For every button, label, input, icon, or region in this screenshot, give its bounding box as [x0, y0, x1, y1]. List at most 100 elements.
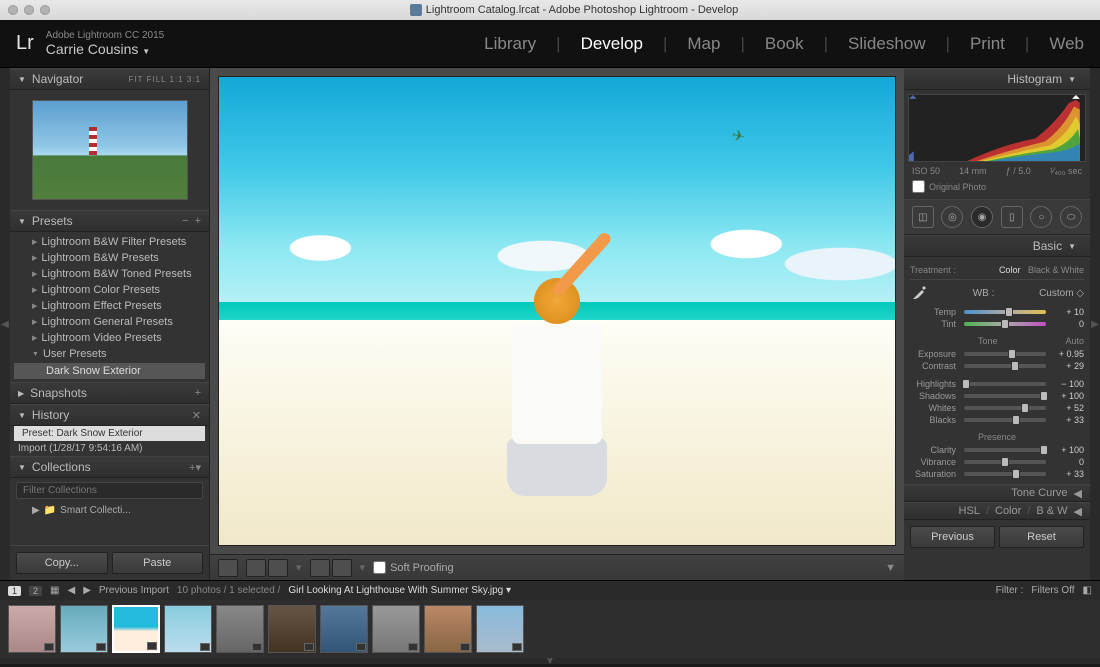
contrast-slider[interactable]: [964, 364, 1046, 368]
module-book[interactable]: Book: [765, 34, 804, 54]
spot-removal-tool-icon[interactable]: ◎: [941, 206, 963, 228]
nav-fwd-icon[interactable]: ▶: [83, 585, 91, 596]
filmstrip-thumb[interactable]: [8, 605, 56, 653]
eyedropper-icon[interactable]: [910, 284, 928, 302]
blacks-slider[interactable]: [964, 418, 1046, 422]
history-item[interactable]: Import (1/28/17 9:54:16 AM): [10, 441, 209, 456]
preset-folder[interactable]: ▶Lightroom Video Presets: [10, 330, 209, 346]
histogram-focal: 14 mm: [959, 166, 987, 176]
filmstrip-thumb[interactable]: [268, 605, 316, 653]
display-1-badge[interactable]: 1: [8, 586, 21, 596]
minimize-traffic-light[interactable]: [24, 5, 34, 15]
bottom-collapse-handle[interactable]: ▼: [0, 658, 1100, 664]
display-2-badge[interactable]: 2: [29, 586, 42, 596]
preset-folder[interactable]: ▶Lightroom B&W Toned Presets: [10, 266, 209, 282]
snapshots-plus-icon[interactable]: +: [195, 387, 201, 399]
graduated-filter-tool-icon[interactable]: ▯: [1001, 206, 1023, 228]
tone-curve-header[interactable]: Tone Curve◀: [904, 484, 1090, 502]
saturation-slider[interactable]: [964, 472, 1046, 476]
whites-slider[interactable]: [964, 406, 1046, 410]
preset-folder[interactable]: ▶Lightroom General Presets: [10, 314, 209, 330]
presets-header[interactable]: ▼Presets −+: [10, 210, 209, 232]
reset-button[interactable]: Reset: [999, 526, 1084, 548]
preset-folder[interactable]: ▶Lightroom B&W Presets: [10, 250, 209, 266]
basic-header[interactable]: Basic▼: [904, 235, 1090, 257]
close-traffic-light[interactable]: [8, 5, 18, 15]
soft-proofing-checkbox[interactable]: [373, 561, 386, 574]
shadows-slider[interactable]: [964, 394, 1046, 398]
preset-folder[interactable]: ▼User Presets: [10, 346, 209, 362]
filter-lock-icon[interactable]: ◧: [1083, 585, 1092, 596]
before-after-swap-button[interactable]: [310, 559, 330, 577]
image-preview[interactable]: ✈: [210, 68, 904, 554]
histogram-graph[interactable]: [908, 94, 1086, 162]
module-library[interactable]: Library: [484, 34, 536, 54]
user-dropdown-icon[interactable]: ▼: [142, 47, 150, 56]
navigator-preview[interactable]: [10, 90, 209, 210]
before-after-copy-button[interactable]: [332, 559, 352, 577]
treatment-color-button[interactable]: Color: [999, 265, 1021, 275]
nav-back-icon[interactable]: ◀: [67, 585, 75, 596]
collections-header[interactable]: ▼Collections +▾: [10, 456, 209, 478]
tone-auto-button[interactable]: Auto: [1065, 336, 1084, 346]
module-slideshow[interactable]: Slideshow: [848, 34, 926, 54]
presets-plus-icon[interactable]: +: [195, 215, 201, 227]
filmstrip-thumb[interactable]: [476, 605, 524, 653]
filmstrip-thumb[interactable]: [216, 605, 264, 653]
treatment-bw-button[interactable]: Black & White: [1028, 265, 1084, 275]
filmstrip-thumb[interactable]: [320, 605, 368, 653]
before-after-tb-button[interactable]: [268, 559, 288, 577]
preset-folder[interactable]: ▶Lightroom B&W Filter Presets: [10, 234, 209, 250]
original-photo-checkbox[interactable]: [912, 180, 925, 193]
user-name[interactable]: Carrie Cousins: [46, 41, 139, 57]
paste-button[interactable]: Paste: [112, 552, 204, 574]
module-print[interactable]: Print: [970, 34, 1005, 54]
wb-dropdown[interactable]: Custom ◇: [1039, 288, 1084, 299]
preset-folder[interactable]: ▶Lightroom Effect Presets: [10, 298, 209, 314]
preset-selected[interactable]: Dark Snow Exterior: [14, 363, 205, 379]
exposure-slider[interactable]: [964, 352, 1046, 356]
tint-slider[interactable]: [964, 322, 1046, 326]
hsl-header[interactable]: HSL/Color/B & W◀: [904, 502, 1090, 520]
redeye-tool-icon[interactable]: ◉: [971, 206, 993, 228]
navigator-header[interactable]: ▼Navigator FIT FILL 1:1 3:1: [10, 68, 209, 90]
copy-button[interactable]: Copy...: [16, 552, 108, 574]
snapshots-header[interactable]: ▶Snapshots +: [10, 382, 209, 404]
loupe-view-button[interactable]: [218, 559, 238, 577]
filmstrip-source[interactable]: Previous Import: [99, 585, 169, 596]
collections-plus-icon[interactable]: +▾: [189, 461, 201, 474]
vibrance-slider[interactable]: [964, 460, 1046, 464]
temp-slider[interactable]: [964, 310, 1046, 314]
history-item[interactable]: Preset: Dark Snow Exterior: [14, 426, 205, 441]
presets-minus-icon[interactable]: −: [182, 215, 188, 227]
filmstrip-thumb[interactable]: [164, 605, 212, 653]
radial-filter-tool-icon[interactable]: ○: [1030, 206, 1052, 228]
history-clear-icon[interactable]: ✕: [192, 409, 201, 422]
histogram-header[interactable]: Histogram▼: [904, 68, 1090, 90]
previous-button[interactable]: Previous: [910, 526, 995, 548]
navigator-zoom-modes[interactable]: FIT FILL 1:1 3:1: [129, 75, 201, 84]
collection-item[interactable]: ▶📁 Smart Collecti...: [10, 503, 209, 518]
preset-folder[interactable]: ▶Lightroom Color Presets: [10, 282, 209, 298]
filmstrip-thumb[interactable]: [60, 605, 108, 653]
highlights-slider[interactable]: [964, 382, 1046, 386]
left-collapse-handle[interactable]: ◀: [0, 68, 10, 580]
module-web[interactable]: Web: [1049, 34, 1084, 54]
filmstrip-thumb[interactable]: [372, 605, 420, 653]
filmstrip-filename[interactable]: Girl Looking At Lighthouse With Summer S…: [288, 585, 503, 596]
filmstrip-thumb-selected[interactable]: [112, 605, 160, 653]
zoom-traffic-light[interactable]: [40, 5, 50, 15]
crop-tool-icon[interactable]: ◫: [912, 206, 934, 228]
grid-view-icon[interactable]: ▦: [50, 585, 59, 596]
module-develop[interactable]: Develop: [581, 34, 643, 54]
history-header[interactable]: ▼History ✕: [10, 404, 209, 426]
clarity-slider[interactable]: [964, 448, 1046, 452]
module-map[interactable]: Map: [687, 34, 720, 54]
right-collapse-handle[interactable]: ▶: [1090, 68, 1100, 580]
toolbar-expand-icon[interactable]: ▼: [885, 562, 896, 574]
adjustment-brush-tool-icon[interactable]: ⬭: [1060, 206, 1082, 228]
filter-dropdown[interactable]: Filters Off: [1031, 585, 1074, 596]
collections-search-input[interactable]: [16, 482, 203, 499]
before-after-lr-button[interactable]: [246, 559, 266, 577]
filmstrip-thumb[interactable]: [424, 605, 472, 653]
